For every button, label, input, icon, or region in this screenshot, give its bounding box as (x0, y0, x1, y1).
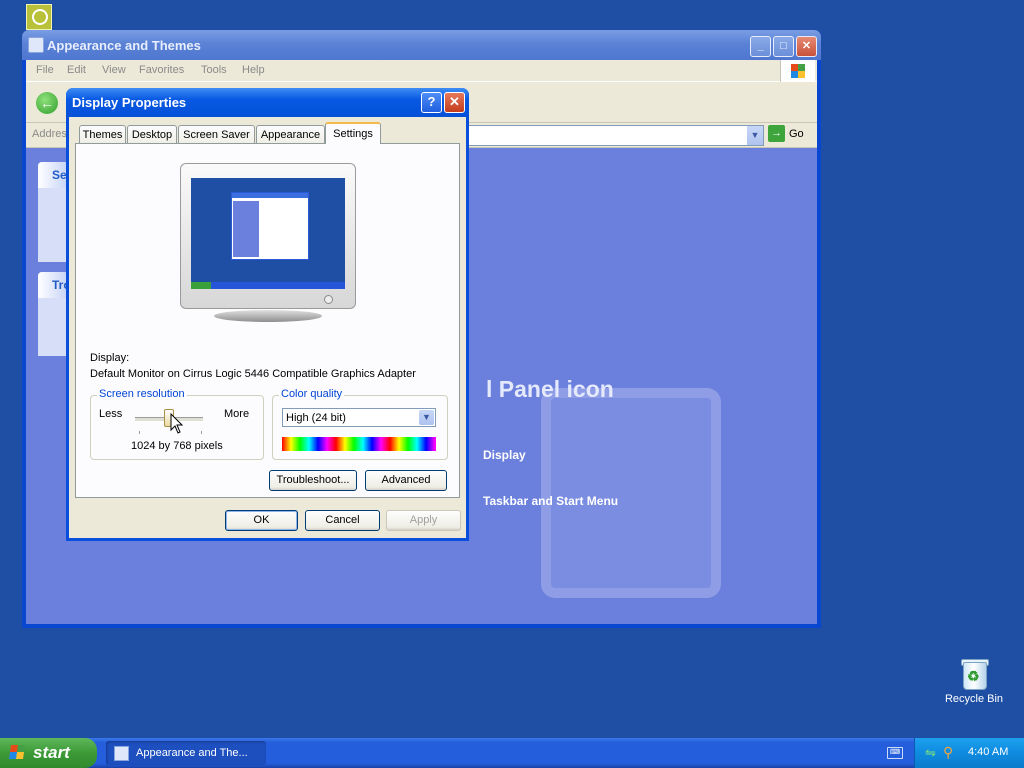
menu-help[interactable]: Help (242, 64, 265, 76)
advanced-button[interactable]: Advanced (365, 470, 447, 491)
dialog-client: Themes Desktop Screen Saver Appearance S… (69, 117, 466, 538)
start-label: start (33, 743, 70, 762)
system-tray: ⇋ ⚲ 4:40 AM (914, 738, 1024, 768)
cancel-button[interactable]: Cancel (305, 510, 380, 531)
chevron-down-icon[interactable]: ▼ (747, 126, 763, 145)
color-spectrum-bar (282, 437, 436, 451)
menu-file[interactable]: File (36, 64, 54, 76)
go-arrow-icon: → (768, 125, 785, 142)
clock[interactable]: 4:40 AM (968, 746, 1008, 758)
taskbar-item-appearance-themes[interactable]: Appearance and The... (106, 741, 266, 765)
display-properties-dialog: Display Properties ? ✕ Themes Desktop Sc… (66, 88, 469, 541)
start-button[interactable]: start (0, 738, 97, 768)
see-also-panel: See (38, 162, 68, 262)
pick-control-panel-icon-title: l Panel icon (486, 376, 614, 402)
dialog-title-bar[interactable]: Display Properties ? ✕ (66, 88, 469, 117)
taskbar-item-label: Appearance and The... (136, 747, 248, 759)
monitor-stand (214, 310, 322, 322)
back-arrow-icon[interactable]: ← (36, 92, 58, 114)
troubleshooters-heading: Tro (38, 272, 68, 298)
address-input[interactable]: ▼ (466, 125, 764, 146)
color-quality-select[interactable]: High (24 bit) ▼ (282, 408, 436, 427)
minimize-button[interactable]: _ (750, 36, 771, 57)
color-quality-label: Color quality (279, 388, 345, 400)
apply-button[interactable]: Apply (386, 510, 461, 531)
dialog-title: Display Properties (72, 95, 187, 110)
close-button[interactable]: ✕ (796, 36, 817, 57)
display-link[interactable]: Display (483, 448, 526, 462)
tab-appearance[interactable]: Appearance (256, 125, 325, 143)
display-adapter-value: Default Monitor on Cirrus Logic 5446 Com… (90, 368, 416, 380)
windows-logo-icon (780, 60, 815, 82)
explorer-title: Appearance and Themes (47, 38, 201, 53)
menu-edit[interactable]: Edit (67, 64, 86, 76)
mouse-pointer-icon (170, 413, 184, 434)
monitor-screen (191, 178, 345, 289)
tab-desktop[interactable]: Desktop (127, 125, 177, 143)
maximize-button[interactable]: □ (773, 36, 794, 57)
windows-flag-icon (9, 745, 25, 759)
recycle-bin-label: Recycle Bin (944, 693, 1004, 705)
menu-view[interactable]: View (102, 64, 126, 76)
chevron-down-icon[interactable]: ▼ (419, 410, 434, 425)
color-quality-value: High (24 bit) (286, 412, 346, 424)
menu-tools[interactable]: Tools (201, 64, 227, 76)
recycle-bin[interactable]: ♻ Recycle Bin (937, 657, 1011, 705)
taskbar-start-menu-link[interactable]: Taskbar and Start Menu (483, 494, 618, 508)
control-panel-icon (114, 746, 129, 761)
taskbar: start Appearance and The... ⌨ ⇋ ⚲ 4:40 A… (0, 738, 1024, 768)
search-icon[interactable]: ⚲ (943, 744, 953, 761)
tab-themes[interactable]: Themes (79, 125, 126, 143)
see-also-heading: See (38, 162, 68, 188)
screen-resolution-label: Screen resolution (97, 388, 187, 400)
ok-button[interactable]: OK (225, 510, 298, 531)
dialog-close-button[interactable]: ✕ (444, 92, 465, 113)
help-button[interactable]: ? (421, 92, 442, 113)
control-panel-icon (28, 37, 44, 53)
menu-favorites[interactable]: Favorites (139, 64, 184, 76)
go-button[interactable]: → Go (768, 125, 804, 144)
troubleshooters-panel: Tro (38, 272, 68, 356)
color-quality-group: Color quality High (24 bit) ▼ (272, 388, 448, 460)
control-panel-watermark-icon (541, 388, 721, 598)
troubleshoot-button[interactable]: Troubleshoot... (269, 470, 357, 491)
desktop-shortcut-icon[interactable] (26, 4, 52, 30)
settings-panel: Display: Default Monitor on Cirrus Logic… (75, 143, 460, 498)
monitor-preview-icon (180, 163, 356, 309)
tab-settings[interactable]: Settings (325, 122, 381, 144)
more-label: More (224, 408, 250, 420)
menu-bar: File Edit View Favorites Tools Help (26, 60, 817, 82)
resolution-value: 1024 by 768 pixels (131, 440, 223, 452)
explorer-title-bar[interactable]: Appearance and Themes _ □ ✕ (22, 30, 821, 60)
network-icon[interactable]: ⇋ (925, 745, 936, 761)
tab-screen-saver[interactable]: Screen Saver (178, 125, 255, 143)
keyboard-icon[interactable]: ⌨ (887, 747, 903, 759)
recycle-bin-icon: ♻ (959, 657, 989, 690)
less-label: Less (99, 408, 123, 420)
display-label: Display: (90, 352, 130, 364)
